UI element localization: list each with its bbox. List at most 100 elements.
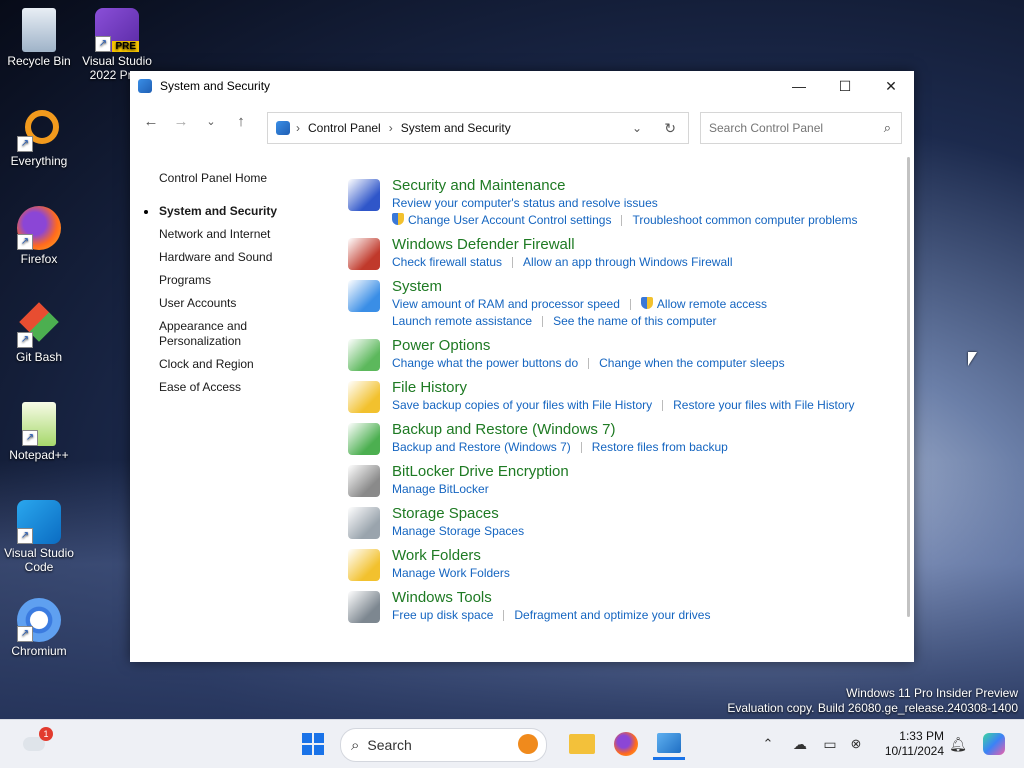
- category-title[interactable]: Work Folders: [392, 547, 888, 565]
- category-link[interactable]: Launch remote assistance: [392, 314, 532, 328]
- refresh-icon[interactable]: ↻: [664, 120, 676, 137]
- flag-icon[interactable]: [348, 179, 380, 211]
- category-title[interactable]: Security and Maintenance: [392, 177, 888, 195]
- bitlocker-icon[interactable]: [348, 465, 380, 497]
- system-clock[interactable]: 1:33 PM 10/11/2024: [885, 729, 944, 759]
- desktop-icon-chromium[interactable]: ↗ Chromium: [0, 598, 78, 658]
- sidebar-item-control-panel-home[interactable]: Control Panel Home: [159, 171, 329, 186]
- work-folders-icon[interactable]: [348, 549, 380, 581]
- category-link[interactable]: Check firewall status: [392, 255, 502, 269]
- address-dropdown-chevron-icon[interactable]: ⌄: [632, 121, 642, 135]
- show-hidden-icons-chevron-icon[interactable]: ⌃: [752, 728, 784, 760]
- taskbar-search-label: Search: [367, 737, 412, 753]
- sidebar-item-hardware-and-sound[interactable]: Hardware and Sound: [159, 250, 329, 265]
- category-link[interactable]: Manage Work Folders: [392, 566, 510, 580]
- category-backup-and-restore-windows-7: Backup and Restore (Windows 7) Backup and…: [348, 421, 888, 456]
- category-link[interactable]: Troubleshoot common computer problems: [632, 213, 857, 227]
- backup-icon[interactable]: [348, 423, 380, 455]
- category-link[interactable]: Backup and Restore (Windows 7): [392, 440, 571, 454]
- vscode-icon: ↗: [17, 500, 61, 544]
- desktop-icon-git-bash[interactable]: ↗ Git Bash: [0, 302, 78, 364]
- file-explorer-taskbar-button[interactable]: [566, 728, 598, 760]
- category-link[interactable]: Restore files from backup: [592, 440, 728, 454]
- up-arrow-icon[interactable]: ↑: [226, 106, 256, 136]
- firefox-icon: [614, 732, 638, 756]
- category-link[interactable]: Defragment and optimize your drives: [514, 608, 710, 622]
- category-link-text: Restore your files with File History: [673, 398, 855, 412]
- search-box[interactable]: ⌕: [700, 112, 902, 144]
- category-title[interactable]: Windows Tools: [392, 589, 888, 607]
- category-link[interactable]: Change User Account Control settings: [392, 213, 611, 227]
- category-link-text: Change what the power buttons do: [392, 356, 579, 370]
- taskbar-search[interactable]: ⌕ Search: [340, 728, 547, 762]
- breadcrumb-control-panel[interactable]: Control Panel: [308, 121, 381, 135]
- battery-icon[interactable]: [348, 339, 380, 371]
- desktop-icon-firefox[interactable]: ↗ Firefox: [0, 206, 78, 266]
- minimize-button[interactable]: —: [776, 71, 822, 101]
- category-link[interactable]: Save backup copies of your files with Fi…: [392, 398, 652, 412]
- category-link[interactable]: Allow an app through Windows Firewall: [523, 255, 732, 269]
- category-title[interactable]: System: [392, 278, 888, 296]
- firewall-icon[interactable]: [348, 238, 380, 270]
- category-link[interactable]: Change what the power buttons do: [392, 356, 578, 370]
- desktop-icon-notepad-plus-plus[interactable]: ↗ Notepad++: [0, 402, 78, 462]
- firefox-taskbar-button[interactable]: [610, 728, 642, 760]
- category-title[interactable]: Backup and Restore (Windows 7): [392, 421, 888, 439]
- category-title[interactable]: BitLocker Drive Encryption: [392, 463, 888, 481]
- category-link[interactable]: View amount of RAM and processor speed: [392, 297, 620, 311]
- sidebar-item-network-and-internet[interactable]: Network and Internet: [159, 227, 329, 242]
- category-link[interactable]: See the name of this computer: [553, 314, 716, 328]
- category-title[interactable]: Windows Defender Firewall: [392, 236, 888, 254]
- desktop-icon-recycle-bin[interactable]: Recycle Bin: [0, 8, 78, 68]
- category-link[interactable]: Manage BitLocker: [392, 482, 489, 496]
- shortcut-arrow-icon: ↗: [17, 234, 33, 250]
- weather-icon[interactable]: 1: [18, 727, 53, 760]
- search-input[interactable]: [701, 120, 871, 136]
- mouse-cursor-icon: [968, 352, 977, 366]
- category-link[interactable]: Change when the computer sleeps: [599, 356, 784, 370]
- sidebar-item-programs[interactable]: Programs: [159, 273, 329, 288]
- breadcrumb-system-and-security[interactable]: System and Security: [401, 121, 511, 135]
- vertical-scrollbar[interactable]: [907, 157, 910, 617]
- category-link[interactable]: Allow remote access: [640, 297, 767, 311]
- category-link-row: Manage Storage Spaces: [392, 523, 888, 540]
- category-link[interactable]: Manage Storage Spaces: [392, 524, 524, 538]
- category-title[interactable]: File History: [392, 379, 888, 397]
- forward-arrow-icon[interactable]: →: [166, 106, 196, 136]
- link-divider: [503, 610, 505, 622]
- sidebar-item-ease-of-access[interactable]: Ease of Access: [159, 380, 329, 395]
- network-icon[interactable]: ⊗: [840, 728, 872, 760]
- category-link[interactable]: Restore your files with File History: [673, 398, 854, 412]
- category-title[interactable]: Storage Spaces: [392, 505, 888, 523]
- back-arrow-icon[interactable]: ←: [136, 106, 166, 136]
- file-history-icon[interactable]: [348, 381, 380, 413]
- clock-date: 10/11/2024: [884, 744, 944, 758]
- sidebar-item-system-and-security[interactable]: System and Security: [144, 204, 329, 219]
- close-button[interactable]: ✕: [868, 71, 914, 101]
- search-icon[interactable]: ⌕: [884, 120, 891, 136]
- recent-locations-chevron-icon[interactable]: ⌄: [196, 106, 226, 136]
- category-link[interactable]: Review your computer's status and resolv…: [392, 196, 658, 210]
- maximize-button[interactable]: ☐: [822, 71, 868, 101]
- category-title[interactable]: Power Options: [392, 337, 888, 355]
- desktop-icon-everything[interactable]: ↗ Everything: [0, 108, 78, 168]
- tools-icon[interactable]: [348, 591, 380, 623]
- category-link-text: Manage Storage Spaces: [392, 524, 525, 538]
- onedrive-icon[interactable]: ☁: [784, 728, 816, 760]
- desktop-icon-vscode[interactable]: ↗ Visual Studio Code: [0, 500, 78, 574]
- sidebar-item-clock-and-region[interactable]: Clock and Region: [159, 357, 329, 372]
- address-bar[interactable]: › Control Panel › System and Security ⌄ …: [267, 112, 689, 144]
- sidebar-item-user-accounts[interactable]: User Accounts: [159, 296, 329, 311]
- sidebar-item-appearance-and-personalization[interactable]: Appearance and Personalization: [159, 319, 269, 349]
- control-panel-icon: [138, 79, 152, 93]
- storage-icon[interactable]: [348, 507, 380, 539]
- start-button[interactable]: [297, 728, 329, 760]
- monitor-icon[interactable]: [348, 280, 380, 312]
- notification-bell-icon[interactable]: 🔔︎: [942, 728, 974, 760]
- category-link-row: Manage BitLocker: [392, 481, 888, 498]
- title-bar[interactable]: System and Security — ☐ ✕: [130, 71, 914, 101]
- category-link[interactable]: Free up disk space: [392, 608, 493, 622]
- copilot-button[interactable]: [978, 728, 1010, 760]
- window-title: System and Security: [160, 79, 271, 93]
- control-panel-taskbar-button[interactable]: [653, 728, 685, 760]
